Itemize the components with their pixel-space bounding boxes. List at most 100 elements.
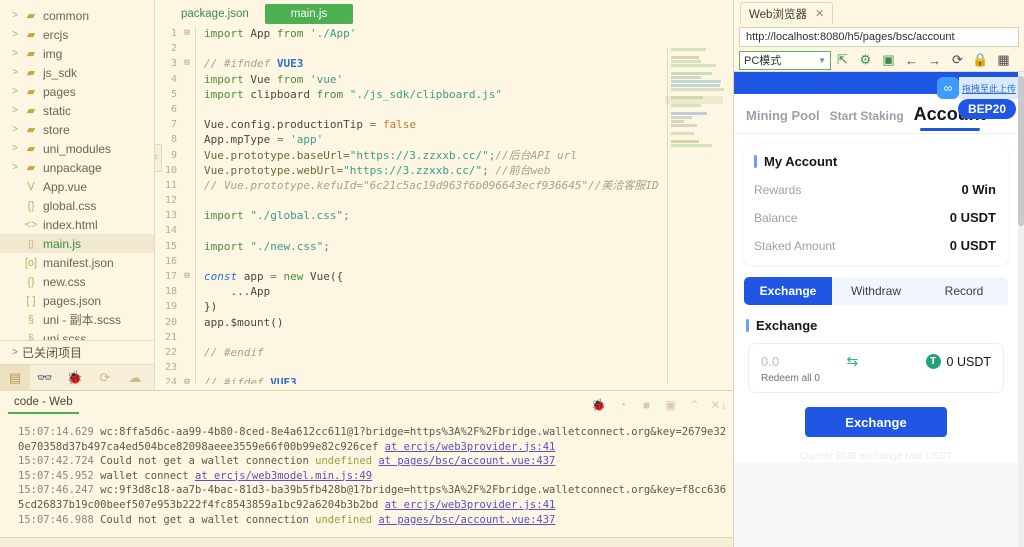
terminal-icon[interactable]: ▣ (664, 399, 677, 411)
run-icon[interactable]: ◔ (616, 399, 629, 411)
file-tree-item[interactable]: > ▰ unpackage (0, 158, 154, 177)
page-nav-tab[interactable]: Start Staking (830, 109, 904, 131)
search-icon[interactable]: 👓 (30, 365, 60, 391)
closed-projects-row[interactable]: > 已关闭项目 (0, 340, 154, 364)
settings-icon[interactable]: ⚙ (854, 49, 877, 71)
open-external-icon[interactable]: ⇱ (831, 49, 854, 71)
editor-tab[interactable]: package.json (165, 4, 265, 24)
file-tree-item[interactable]: § uni.scss (0, 329, 154, 341)
fold-icon[interactable] (181, 299, 193, 314)
file-tree-item[interactable]: > ▰ js_sdk (0, 63, 154, 82)
log-source-link[interactable]: at pages/bsc/account.vue:437 (378, 514, 555, 526)
file-tree-item[interactable]: Ⅴ App.vue (0, 177, 154, 196)
fold-icon[interactable] (181, 193, 193, 208)
chain-badge[interactable]: BEP20 (957, 99, 1016, 119)
code-area[interactable]: 1 ⊟ import App from './App' 2 3 ⊟// #ifndef V… (155, 24, 733, 390)
file-tree-item[interactable]: > ▰ img (0, 44, 154, 63)
netdisk-icon[interactable]: ∞ (936, 77, 959, 99)
drag-upload-widget[interactable]: ∞ 拖拽至此上传 (936, 77, 1018, 99)
file-tree-item[interactable]: {} new.css (0, 272, 154, 291)
fold-icon[interactable] (181, 148, 193, 163)
fold-icon[interactable] (181, 117, 193, 132)
log-source-link[interactable]: at pages/bsc/account.vue:437 (378, 455, 555, 467)
console-tab-code-web[interactable]: code - Web (8, 396, 79, 414)
debug-icon[interactable]: 🐞 (60, 365, 90, 391)
clear-icon[interactable]: ✕↓ (710, 399, 726, 411)
page-nav-tab[interactable]: Mining Pool (746, 108, 820, 131)
address-bar[interactable]: http://localhost:8080/h5/pages/bsc/accou… (739, 27, 1019, 47)
fold-icon[interactable] (181, 72, 193, 87)
back-icon[interactable]: ← (900, 49, 923, 71)
file-tree-item[interactable]: > ▰ ercjs (0, 25, 154, 44)
fold-icon[interactable] (181, 284, 193, 299)
fold-icon[interactable] (181, 315, 193, 330)
explorer-toolbar[interactable]: ▤ 👓 🐞 ⟳ ☁ (0, 364, 154, 391)
console-toolbar[interactable]: 🐞 ◔ ■ ▣ ⌃ ✕↓ (591, 391, 727, 419)
bug-icon[interactable]: 🐞 (591, 399, 606, 411)
sync-icon[interactable]: ⟳ (90, 365, 120, 391)
stop-icon[interactable]: ■ (640, 399, 653, 411)
explorer-icon[interactable]: ▤ (0, 364, 30, 391)
file-tree-item[interactable]: > ▰ common (0, 6, 154, 25)
exchange-amount-input[interactable]: 0.0 (761, 354, 779, 369)
section-tab[interactable]: Withdraw (832, 277, 920, 305)
section-tabs[interactable]: Exchange Withdraw Record (744, 277, 1008, 305)
collapse-icon[interactable]: ⌃ (688, 399, 701, 411)
redeem-all-hint[interactable]: Redeem all 0 (761, 373, 991, 384)
fold-icon[interactable] (181, 178, 193, 193)
fold-icon[interactable]: ⊟ (181, 56, 193, 71)
fold-icon[interactable] (181, 208, 193, 223)
file-tree-item[interactable]: > ▰ uni_modules (0, 139, 154, 158)
page-body: Mining Pool Start Staking Account My Accou… (734, 94, 1018, 462)
file-tree-item[interactable]: [o] manifest.json (0, 253, 154, 272)
minimap-viewport[interactable] (665, 96, 723, 104)
file-tree-item[interactable]: > ▰ store (0, 120, 154, 139)
fold-icon[interactable] (181, 239, 193, 254)
console-icon[interactable]: ▣ (877, 49, 900, 71)
browser-tab[interactable]: Web浏览器 ✕ (740, 2, 834, 24)
fold-icon[interactable] (181, 87, 193, 102)
file-tree[interactable]: > ▰ common > ▰ ercjs > ▰ img > ▰ js_sdk > ▰ pages > ▰ sta… (0, 0, 154, 340)
fold-icon[interactable] (181, 132, 193, 147)
collapse-sidebar-handle[interactable]: < (155, 144, 162, 172)
drag-upload-label[interactable]: 拖拽至此上传 (958, 77, 1018, 99)
editor-tabbar[interactable]: package.json main.js (155, 0, 733, 24)
editor-tab[interactable]: main.js (264, 4, 354, 24)
page-scrollbar-thumb[interactable] (1018, 76, 1024, 226)
fold-icon[interactable] (181, 41, 193, 56)
file-tree-item[interactable]: [ ] pages.json (0, 291, 154, 310)
cloud-icon[interactable]: ☁ (120, 365, 150, 391)
section-tab[interactable]: Exchange (744, 277, 832, 305)
swap-icon[interactable]: ⇆ (779, 353, 925, 370)
file-tree-item[interactable]: <> index.html (0, 215, 154, 234)
console-output[interactable]: 15:07:14.629 wc:8ffa5d6c-aa99-4b80-8ced-… (0, 419, 733, 537)
minimap[interactable] (665, 48, 725, 390)
fold-icon[interactable] (181, 330, 193, 345)
fold-icon[interactable] (181, 345, 193, 360)
qr-icon[interactable]: ▦ (992, 49, 1015, 71)
fold-icon[interactable]: ⊟ (181, 269, 193, 284)
reload-icon[interactable]: ⟳ (946, 49, 969, 71)
section-tab[interactable]: Record (920, 277, 1008, 305)
close-icon[interactable]: ✕ (815, 7, 824, 20)
fold-icon[interactable] (181, 360, 193, 375)
log-source-link[interactable]: at ercjs/web3provider.js:41 (385, 441, 556, 453)
exchange-button[interactable]: Exchange (805, 407, 947, 437)
file-tree-item[interactable]: {} global.css (0, 196, 154, 215)
file-tree-item[interactable]: ▯ main.js (0, 234, 154, 253)
fold-icon[interactable]: ⊟ (181, 26, 193, 41)
log-source-link[interactable]: at ercjs/web3provider.js:41 (385, 499, 556, 511)
log-source-link[interactable]: at ercjs/web3model.min.js:49 (195, 470, 372, 482)
file-tree-item[interactable]: > ▰ pages (0, 82, 154, 101)
file-tree-item[interactable]: > ▰ static (0, 101, 154, 120)
fold-icon[interactable] (181, 163, 193, 178)
fold-icon[interactable] (181, 102, 193, 117)
fold-icon[interactable] (181, 223, 193, 238)
forward-icon[interactable]: → (923, 49, 946, 71)
fold-icon[interactable] (181, 254, 193, 269)
exchange-input-box[interactable]: 0.0 ⇆ T 0 USDT Redeem all 0 (748, 343, 1004, 393)
device-mode-select[interactable]: PC模式 ▼ (739, 50, 831, 70)
page-scrollbar[interactable] (1018, 72, 1024, 547)
file-tree-item[interactable]: § uni - 副本.scss (0, 310, 154, 329)
lock-icon[interactable]: 🔒 (969, 49, 992, 71)
